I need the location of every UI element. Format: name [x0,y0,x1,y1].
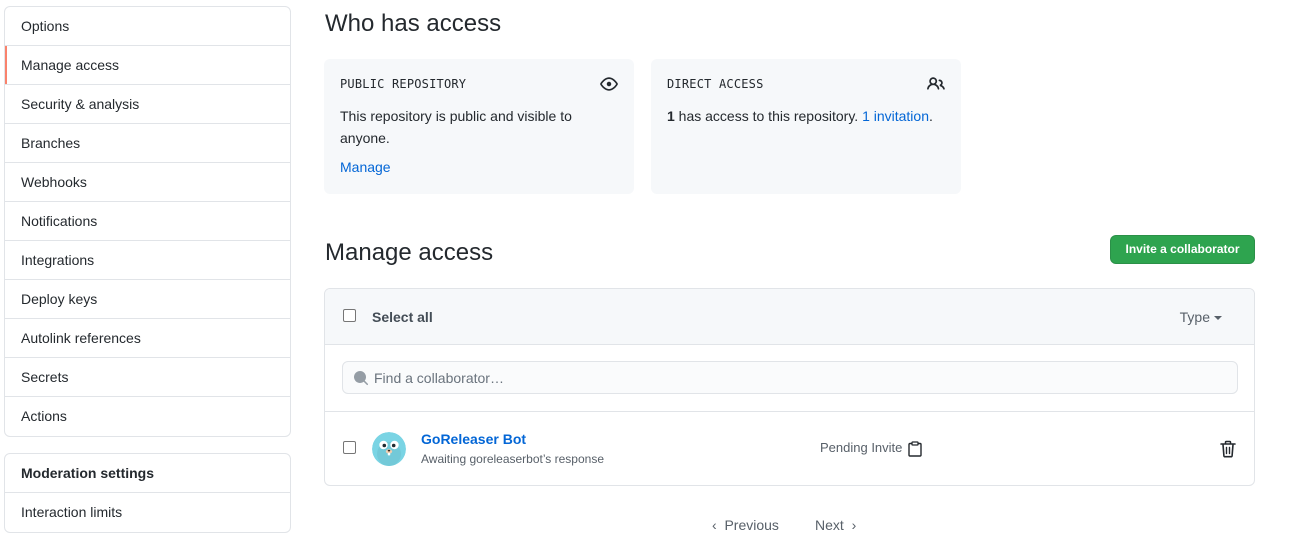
next-page-button[interactable]: Next › [815,517,856,533]
public-repository-text: This repository is public and visible to… [340,108,572,146]
direct-access-count: 1 [667,108,675,124]
sidebar-item-branches[interactable]: Branches [5,124,290,163]
sidebar-item-secrets[interactable]: Secrets [5,358,290,397]
member-checkbox[interactable] [343,441,356,454]
type-filter-dropdown[interactable]: Type [1180,309,1222,325]
previous-page-button[interactable]: ‹ Previous [712,517,779,533]
member-status-subtitle: Awaiting goreleaserbot’s response [421,452,605,466]
eye-icon [600,77,618,91]
search-row [325,345,1254,412]
direct-access-text: 1 has access to this repository. 1 invit… [667,105,945,127]
search-icon [354,371,369,386]
sidebar-item-integrations[interactable]: Integrations [5,241,290,280]
direct-access-suffix: . [929,108,933,124]
clipboard-icon[interactable] [908,441,922,457]
chevron-right-icon: › [851,517,857,533]
select-all-label[interactable]: Select all [372,309,433,325]
sidebar-item-autolink-references[interactable]: Autolink references [5,319,290,358]
previous-label: Previous [724,517,779,533]
who-has-access-title: Who has access [325,10,502,37]
sidebar-item-options[interactable]: Options [5,7,290,46]
manage-visibility-link[interactable]: Manage [340,159,391,175]
table-header: Select all Type [325,289,1254,345]
chevron-left-icon: ‹ [712,517,717,533]
sidebar-item-actions[interactable]: Actions [5,397,290,436]
select-all-checkbox[interactable] [343,309,356,322]
moderation-sidebar: Moderation settings Interaction limits [4,453,291,533]
invite-collaborator-button[interactable]: Invite a collaborator [1110,235,1255,264]
next-label: Next [815,517,844,533]
settings-sidebar: Options Manage access Security & analysi… [4,6,291,437]
collaborators-table: Select all Type GoReleaser Bot Awaiting … [324,288,1255,486]
sidebar-item-webhooks[interactable]: Webhooks [5,163,290,202]
avatar[interactable] [372,432,406,466]
sidebar-item-deploy-keys[interactable]: Deploy keys [5,280,290,319]
caret-down-icon [1214,316,1222,321]
pending-invite-label: Pending Invite [820,440,903,455]
member-name-link[interactable]: GoReleaser Bot [421,431,526,447]
sidebar-item-notifications[interactable]: Notifications [5,202,290,241]
table-row: GoReleaser Bot Awaiting goreleaserbot’s … [325,412,1254,485]
sidebar-item-manage-access[interactable]: Manage access [5,46,290,85]
direct-access-description: has access to this repository. [674,108,863,124]
direct-access-box: DIRECT ACCESS 1 has access to this repos… [651,59,961,194]
moderation-settings-heading: Moderation settings [5,454,290,493]
public-repository-box: PUBLIC REPOSITORY This repository is pub… [324,59,634,194]
public-repository-title: PUBLIC REPOSITORY [340,77,467,91]
invitation-link[interactable]: 1 invitation [862,108,929,124]
manage-access-title: Manage access [325,239,494,266]
sidebar-item-interaction-limits[interactable]: Interaction limits [5,493,290,532]
trash-icon[interactable] [1220,440,1236,458]
type-filter-label: Type [1179,309,1210,325]
search-box [342,361,1238,394]
sidebar-item-security-analysis[interactable]: Security & analysis [5,85,290,124]
people-icon [927,77,945,90]
find-collaborator-input[interactable] [374,362,1224,393]
direct-access-title: DIRECT ACCESS [667,77,764,91]
